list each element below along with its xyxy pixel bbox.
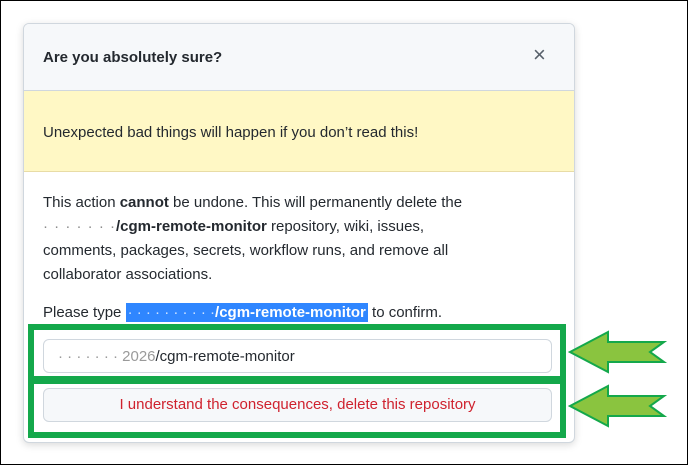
confirm-suffix: to confirm. — [367, 304, 443, 321]
dialog-header: Are you absolutely sure? × — [24, 24, 574, 91]
description-text: collaborator associations. — [43, 266, 213, 283]
highlight-box-input — [28, 324, 566, 382]
warning-banner: Unexpected bad things will happen if you… — [24, 91, 574, 172]
dialog-title: Are you absolutely sure? — [43, 49, 223, 66]
confirm-instruction: Please type · · · · · · · · · ·/cgm-remo… — [43, 303, 443, 322]
redacted-owner: · · · · · · · — [43, 218, 116, 235]
description-text: comments, packages, secrets, workflow ru… — [43, 242, 449, 259]
warning-text: Unexpected bad things will happen if you… — [43, 124, 419, 141]
arrow-icon — [568, 384, 668, 428]
confirm-prefix: Please type — [43, 304, 126, 321]
description-text: be undone. This will permanently delete … — [168, 194, 463, 211]
dialog-description: This action cannot be undone. This will … — [43, 191, 548, 287]
redacted-owner: · · · · · · · · · · — [127, 304, 216, 321]
highlight-box-button — [28, 378, 566, 438]
arrow-icon — [568, 330, 668, 374]
description-text: repository, wiki, issues, — [266, 218, 425, 235]
close-icon[interactable]: × — [533, 44, 546, 66]
repo-name: /cgm-remote-monitor — [215, 304, 366, 321]
repo-name: /cgm-remote-monitor — [115, 218, 267, 235]
emphasis-cannot: cannot — [119, 194, 169, 211]
description-text: This action — [43, 194, 120, 211]
repo-full-name-highlight: · · · · · · · · · ·/cgm-remote-monitor — [125, 303, 368, 322]
